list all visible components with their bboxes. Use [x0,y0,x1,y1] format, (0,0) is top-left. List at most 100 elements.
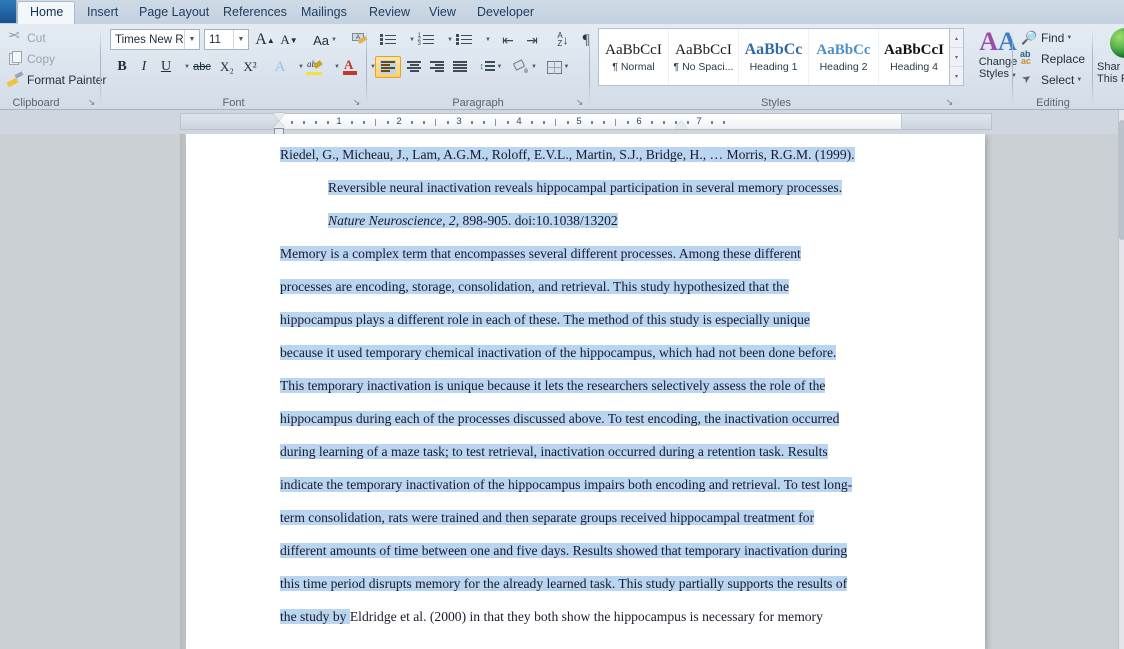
vertical-scrollbar[interactable] [1118,110,1124,649]
styles-scroll-up-button[interactable]: ▴ [950,29,963,48]
first-line-indent-marker[interactable] [273,113,285,121]
superscript-button[interactable]: X² [238,56,262,78]
underline-button[interactable]: U [155,56,177,78]
style-item-heading-4[interactable]: AaBbCcI Heading 4 [879,29,949,85]
style-item-heading-1[interactable]: AaBbCс Heading 1 [739,29,809,85]
doc-line: indicate the temporary inactivation of t… [280,468,900,501]
horizontal-ruler[interactable]: 1 2 3 4 5 6 7 [180,113,992,135]
hanging-indent-marker[interactable] [273,121,285,128]
share-line1: Shar [1097,61,1121,73]
clipboard-dialog-launcher[interactable]: ↘ [86,97,97,108]
replace-button[interactable]: Replace [1018,49,1087,69]
group-label-styles: Styles [761,97,791,109]
subscript-label: X₂ [220,59,234,74]
underline-label: U [160,59,172,74]
tab-home[interactable]: Home [17,1,75,24]
tab-review[interactable]: Review [357,2,417,24]
decrease-indent-button[interactable]: ⇤ [495,29,521,51]
doc-line-text: because it used temporary chemical inact… [280,345,837,360]
styles-gallery-scrollbar[interactable]: ▴ ▾ ▾ [950,28,964,86]
group-styles: AaBbCcI ¶ Normal AaBbCcI ¶ No Spaci... A… [592,24,1017,110]
line-spacing-button[interactable]: ↕ ▼ [478,56,504,78]
align-left-button[interactable] [375,56,401,78]
tab-insert-label: Insert [87,5,119,19]
word-application-window: Home Insert Page Layout References Maili… [0,0,1124,649]
scrollbar-thumb[interactable] [1119,120,1124,240]
font-size-value: 11 [209,33,221,46]
strikethrough-button[interactable]: abc [189,56,215,78]
text-effects-label: A [274,58,286,75]
aa-glyph-1: A [979,27,998,56]
styles-gallery[interactable]: AaBbCcI ¶ Normal AaBbCcI ¶ No Spaci... A… [598,28,950,86]
right-indent-marker[interactable] [675,121,687,129]
ruler-right-margin-zone[interactable] [901,114,991,129]
ruler-left-margin-zone[interactable] [181,114,279,129]
text-effects-button[interactable]: A [269,56,291,78]
highlight-button[interactable]: ab [302,56,326,78]
share-this-file-button[interactable]: Shar This F [1096,28,1124,90]
tab-page-layout[interactable]: Page Layout [127,2,211,24]
tab-file[interactable] [0,0,17,23]
justify-button[interactable] [447,56,473,78]
style-item-normal[interactable]: AaBbCcI ¶ Normal [599,29,669,85]
paintbrush-icon [6,72,24,88]
paragraph-body[interactable]: Memory is a complex term that encompasse… [280,237,900,633]
increase-indent-button[interactable]: ⇥ [519,29,545,51]
find-button[interactable]: Find▼ [1018,28,1074,48]
numbering-button[interactable]: 123 [413,29,439,51]
styles-dialog-launcher[interactable]: ↘ [944,97,955,108]
style-sample: AaBbCc [816,42,871,58]
share-label: Shar This F [1097,61,1124,85]
ruler-number: 5 [576,116,582,127]
doc-line: hippocampus during each of the processes… [280,402,900,435]
change-case-button[interactable]: Aa ▼ [308,29,342,51]
paragraph-reference[interactable]: Riedel, G., Micheau, J., Lam, A.G.M., Ro… [280,138,900,237]
paragraph-dialog-launcher[interactable]: ↘ [574,97,585,108]
style-item-heading-2[interactable]: AaBbCc Heading 2 [809,29,879,85]
font-color-button[interactable]: A [338,56,362,78]
chevron-down-icon[interactable]: ▼ [233,30,248,49]
tab-view[interactable]: View [417,2,465,24]
borders-button[interactable]: ▼ [545,56,571,78]
font-size-combo[interactable]: 11 ▼ [204,29,249,50]
shading-button[interactable]: ▼ [512,56,538,78]
doc-line: processes are encoding, storage, consoli… [280,270,900,303]
doc-line-text: Memory is a complex term that encompasse… [280,246,801,261]
subscript-button[interactable]: X₂ [215,56,239,78]
document-workspace[interactable]: Riedel, G., Micheau, J., Lam, A.G.M., Ro… [0,134,1124,649]
styles-more-button[interactable]: ▾ [950,67,963,85]
document-text-body[interactable]: Riedel, G., Micheau, J., Lam, A.G.M., Ro… [280,138,900,633]
tab-developer[interactable]: Developer [465,2,541,24]
cut-button[interactable]: Cut [4,28,48,48]
doc-line: during learning of a maze task; to test … [280,435,900,468]
style-sample: AaBbCс [744,41,803,58]
style-sample: AaBbCcI [675,42,732,58]
highlighter-icon: ab [305,59,323,75]
font-name-combo[interactable]: Times New Rom ▼ [110,29,200,50]
line-spacing-icon: ↕ [480,60,495,74]
shrink-font-button[interactable]: A ▼ [277,29,301,51]
style-item-no-spacing[interactable]: AaBbCcI ¶ No Spaci... [669,29,739,85]
grow-font-button[interactable]: A ▲ [253,29,277,51]
chevron-down-icon[interactable]: ▼ [184,30,199,49]
font-dialog-launcher[interactable]: ↘ [351,97,362,108]
document-page[interactable]: Riedel, G., Micheau, J., Lam, A.G.M., Ro… [186,134,985,649]
multilevel-list-button[interactable] [451,29,477,51]
bold-label: B [117,59,127,74]
doc-line: this time period disrupts memory for the… [280,567,900,600]
tab-mailings[interactable]: Mailings [289,2,357,24]
copy-icon [6,51,24,67]
doc-line: term consolidation, rats were trained an… [280,501,900,534]
tab-references-label: References [223,5,287,19]
bold-button[interactable]: B [110,56,134,78]
copy-button[interactable]: Copy [4,49,57,69]
format-painter-button[interactable]: Format Painter [4,70,108,90]
tab-insert[interactable]: Insert [75,2,127,24]
sort-button[interactable]: A Z ↓ [551,29,575,51]
bullets-button[interactable] [375,29,401,51]
ribbon-body: Cut Copy Format Painter Clipboard ↘ Time… [0,24,1124,110]
select-button[interactable]: Select▼ [1018,70,1084,90]
styles-scroll-down-button[interactable]: ▾ [950,48,963,67]
tab-references[interactable]: References [211,2,289,24]
italic-button[interactable]: I [133,56,155,78]
